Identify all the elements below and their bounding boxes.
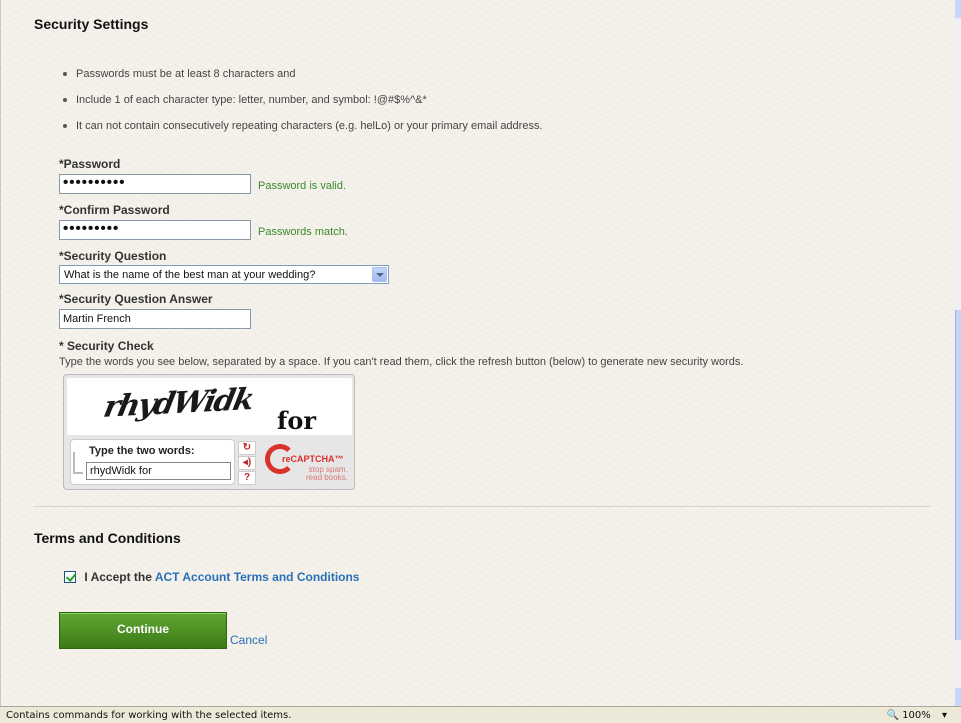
password-label: *Password [59, 157, 121, 171]
security-question-value: What is the name of the best man at your… [64, 269, 316, 281]
password-status: Password is valid. [258, 180, 347, 192]
scroll-down-icon[interactable] [955, 688, 961, 706]
confirm-password-input[interactable]: ••••••••• [59, 220, 251, 240]
status-bar: Contains commands for working with the s… [0, 706, 961, 723]
security-question-select[interactable]: What is the name of the best man at your… [59, 265, 389, 284]
corner-arrow-icon [73, 452, 83, 474]
rule-item: Include 1 of each character type: letter… [63, 92, 543, 118]
terms-title: Terms and Conditions [34, 530, 181, 546]
scrollbar-thumb[interactable] [955, 310, 961, 640]
recaptcha-widget: rhydWidk for Type the two words: rhydWid… [63, 374, 355, 490]
accept-terms-checkbox[interactable] [64, 571, 76, 583]
confirm-password-label: *Confirm Password [59, 203, 170, 217]
security-settings-title: Security Settings [34, 16, 149, 32]
scroll-up-icon[interactable] [955, 0, 961, 18]
recaptcha-brand: reCAPTCHA™ [282, 454, 344, 464]
status-text: Contains commands for working with the s… [6, 710, 292, 721]
confirm-password-status: Passwords match. [258, 226, 348, 238]
security-question-label: *Security Question [59, 249, 167, 263]
captcha-entry-box: Type the two words: rhydWidk for [70, 439, 235, 485]
security-check-label: * Security Check [59, 339, 154, 353]
recaptcha-tagline-2: read books. [306, 473, 348, 482]
captcha-word-2: for [277, 406, 316, 435]
zoom-control[interactable]: 🔍 100% ▾ [887, 710, 947, 721]
security-check-helper: Type the words you see below, separated … [59, 356, 744, 368]
page-content: Security Settings Passwords must be at l… [0, 0, 955, 706]
captcha-word-1: rhydWidk [100, 382, 256, 425]
captcha-input[interactable]: rhydWidk for [86, 462, 231, 480]
password-input[interactable]: •••••••••• [59, 174, 251, 194]
chevron-down-icon[interactable] [372, 267, 387, 282]
security-answer-input[interactable]: Martin French [59, 309, 251, 329]
rule-item: It can not contain consecutively repeati… [63, 118, 543, 144]
captcha-image: rhydWidk for [67, 378, 352, 435]
zoom-level: 100% [902, 710, 931, 721]
rule-item: Passwords must be at least 8 characters … [63, 66, 543, 92]
captcha-buttons: ↻ ◂) ? [238, 441, 256, 485]
recaptcha-logo: reCAPTCHA™ stop spam. read books. [262, 441, 352, 487]
recaptcha-tagline: stop spam. read books. [306, 466, 348, 482]
chevron-down-icon[interactable]: ▾ [942, 710, 947, 721]
accept-terms-label: I Accept the [84, 570, 152, 584]
help-icon[interactable]: ? [238, 471, 256, 485]
terms-link[interactable]: ACT Account Terms and Conditions [155, 570, 360, 584]
zoom-icon: 🔍 [886, 710, 899, 721]
audio-icon[interactable]: ◂) [238, 456, 256, 470]
captcha-prompt: Type the two words: [89, 445, 195, 457]
accept-terms-row: I Accept the ACT Account Terms and Condi… [64, 570, 359, 584]
security-answer-label: *Security Question Answer [59, 292, 213, 306]
cancel-link[interactable]: Cancel [230, 633, 267, 647]
section-divider [34, 506, 931, 507]
continue-button[interactable]: Continue [59, 612, 227, 649]
refresh-icon[interactable]: ↻ [238, 441, 256, 455]
password-rules: Passwords must be at least 8 characters … [63, 66, 543, 144]
